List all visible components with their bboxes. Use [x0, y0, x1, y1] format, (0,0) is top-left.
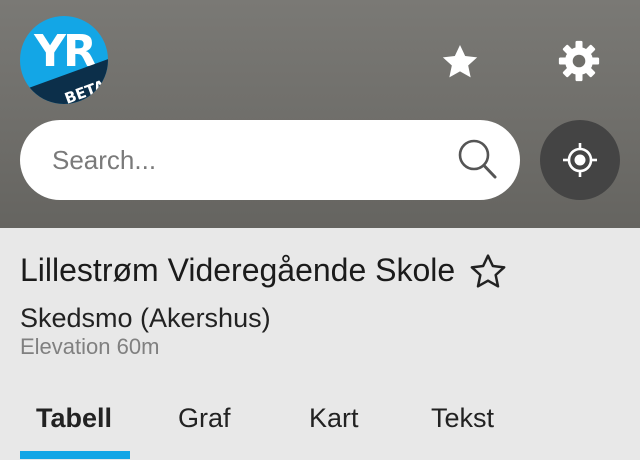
- tab-tekst[interactable]: Tekst: [431, 403, 494, 441]
- star-filled-icon: [442, 45, 478, 78]
- active-tab-indicator: [20, 451, 130, 459]
- tab-graf[interactable]: Graf: [178, 403, 231, 441]
- favorites-button[interactable]: [436, 38, 484, 86]
- location-name: Lillestrøm Videregående Skole: [20, 252, 456, 288]
- magnifier-icon[interactable]: [454, 136, 500, 182]
- gear-icon: [558, 40, 600, 82]
- location-region: Skedsmo (Akershus): [20, 303, 271, 333]
- crosshair-icon: [563, 143, 597, 177]
- tab-tabell[interactable]: Tabell: [36, 403, 112, 441]
- search-input[interactable]: [52, 140, 452, 180]
- tab-kart[interactable]: Kart: [309, 403, 359, 441]
- locate-me-button[interactable]: [540, 120, 620, 200]
- yr-logo[interactable]: YR BETA: [20, 16, 108, 104]
- settings-button[interactable]: [554, 36, 604, 86]
- star-outline-icon[interactable]: [468, 252, 508, 292]
- search-bar[interactable]: [20, 120, 520, 200]
- location-elevation: Elevation 60m: [20, 334, 160, 359]
